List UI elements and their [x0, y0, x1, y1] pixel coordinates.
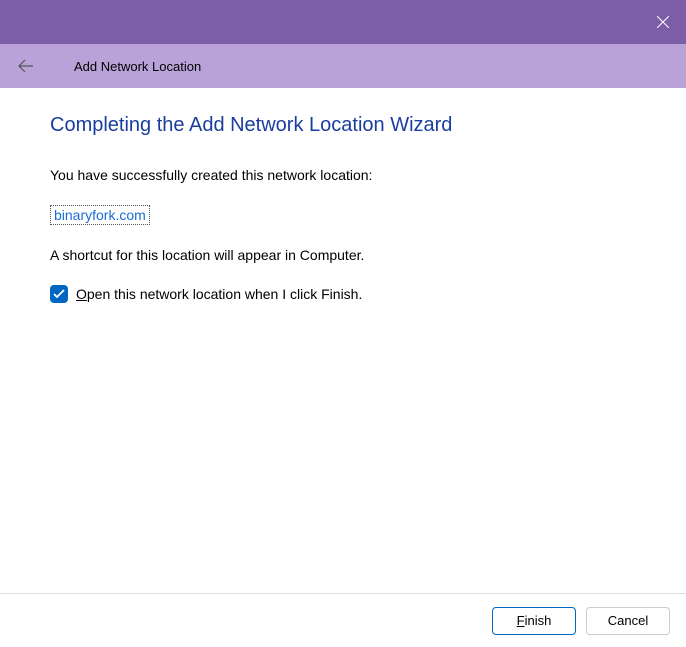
- close-button[interactable]: [640, 0, 686, 44]
- wizard-footer: Finish Cancel: [0, 593, 686, 647]
- location-link[interactable]: binaryfork.com: [50, 205, 150, 225]
- open-location-checkbox-label[interactable]: Open this network location when I click …: [76, 286, 362, 302]
- open-location-checkbox-row: Open this network location when I click …: [50, 285, 636, 303]
- open-location-checkbox[interactable]: [50, 285, 68, 303]
- wizard-content: Completing the Add Network Location Wiza…: [0, 88, 686, 593]
- wizard-title: Completing the Add Network Location Wiza…: [50, 114, 636, 137]
- back-arrow-icon: [18, 58, 34, 74]
- cancel-button[interactable]: Cancel: [586, 607, 670, 635]
- close-icon: [657, 16, 669, 28]
- wizard-header: Add Network Location: [0, 44, 686, 88]
- finish-button[interactable]: Finish: [492, 607, 576, 635]
- titlebar: [0, 0, 686, 44]
- back-button[interactable]: [14, 54, 38, 78]
- shortcut-text: A shortcut for this location will appear…: [50, 247, 636, 263]
- checkmark-icon: [53, 289, 65, 299]
- success-text: You have successfully created this netwo…: [50, 167, 636, 183]
- header-title: Add Network Location: [74, 59, 201, 74]
